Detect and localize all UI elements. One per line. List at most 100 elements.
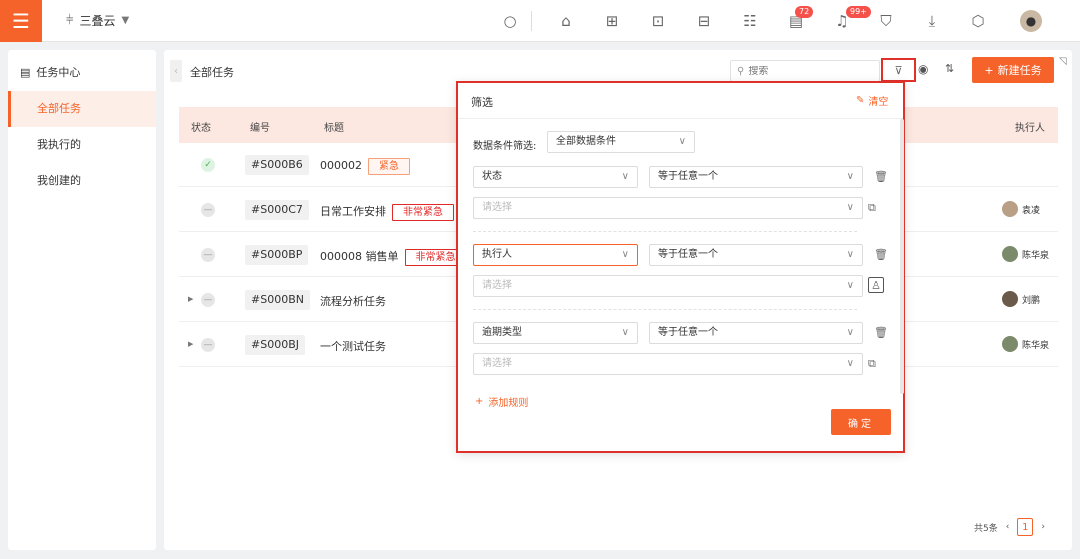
sidebar-item-my-executed[interactable]: 我执行的 [8,127,156,163]
app-logo-icon: ⫩ [66,13,74,28]
avatar [1002,291,1018,307]
search-input[interactable] [748,65,859,77]
search-box[interactable]: ⚲ [730,60,880,82]
sidebar-header: ▤ 任务中心 [20,64,80,80]
chevron-down-icon: ∨ [846,280,854,291]
column-assignee: 执行人 [1015,123,1045,134]
download-icon[interactable]: ⤓ [922,11,942,31]
filter-icon: ⊽ [894,63,903,77]
task-code: #S000C7 [245,200,309,220]
rule-value-placeholder: 请选择 [482,358,512,369]
page-title: 全部任务 [190,66,234,79]
dashboard-icon[interactable]: ⊡ [648,11,668,31]
task-title: 000008 销售单 [320,250,399,263]
task-title: 流程分析任务 [320,295,386,308]
chevron-down-icon: ∨ [846,358,854,369]
rule-value-select[interactable]: 请选择 ∨ [473,275,863,297]
sidebar-item-my-created[interactable]: 我创建的 [8,163,156,199]
status-todo-icon[interactable]: — [201,203,215,217]
eraser-icon: ✎ [856,95,865,106]
chevron-down-icon: ∨ [846,171,854,182]
avatar [1002,246,1018,262]
avatar [1002,336,1018,352]
eye-icon[interactable]: ◉ [918,62,928,76]
add-rule-label: 添加规则 [488,398,529,409]
rule-operator-select[interactable]: 等于任意一个 ∨ [649,322,863,344]
delete-rule-icon[interactable]: 🗑 [874,326,888,339]
assignee: 刘鹏 [1002,291,1040,307]
task-title: 一个测试任务 [320,340,386,353]
clear-button[interactable]: ✎ 清空 [856,93,888,108]
sidebar-item-all-tasks[interactable]: 全部任务 [8,91,156,127]
total-count: 共5条 [974,523,998,534]
confirm-button[interactable]: 确定 [831,409,891,435]
rule-value-select[interactable]: 请选择 ∨ [473,353,863,375]
scrollbar[interactable] [900,119,904,394]
column-title: 标题 [324,123,344,134]
data-condition-select[interactable]: 全部数据条件 ∨ [547,131,695,153]
expand-arrow-icon[interactable]: ▶ [188,295,193,303]
notification-badge: 99+ [846,6,871,18]
rule-field-value: 执行人 [482,249,512,260]
assignee: 陈华泉 [1002,246,1049,262]
task-title: 日常工作安排 [320,205,386,218]
add-rule-button[interactable]: + 添加规则 [475,394,528,409]
rule-field-select[interactable]: 执行人 ∨ [473,244,638,266]
delete-rule-icon[interactable]: 🗑 [874,170,888,183]
delete-rule-icon[interactable]: 🗑 [874,248,888,261]
data-condition-value: 全部数据条件 [556,136,616,147]
rule-field-select[interactable]: 状态 ∨ [473,166,638,188]
hamburger-menu-button[interactable]: ☰ [0,0,42,42]
settings-icon[interactable]: ⬡ [968,11,988,31]
user-avatar[interactable]: ● [1020,10,1042,32]
app-name: 三叠云 [79,14,116,28]
chevron-down-icon: ∨ [846,249,854,260]
corner-icon[interactable]: ◹ [1059,56,1067,67]
assignee-name: 刘鹏 [1022,295,1041,306]
chevron-down-icon: ∨ [621,171,629,182]
workspace-switcher[interactable]: ⫩ 三叠云 ▼ [66,12,129,29]
apps-grid-icon[interactable]: ⊞ [602,11,622,31]
task-list-icon[interactable]: ☷ [740,11,760,31]
rule-operator-value: 等于任意一个 [658,171,718,182]
new-task-button[interactable]: + 新建任务 [972,57,1054,83]
rule-value-placeholder: 请选择 [482,280,512,291]
filter-title: 筛选 [471,96,493,109]
task-code: #S000BP [245,245,309,265]
collapse-arrow-icon[interactable]: ‹ [170,60,182,82]
clear-label: 清空 [868,97,889,108]
divider [531,11,532,31]
avatar [1002,201,1018,217]
assignee-name: 陈华泉 [1022,340,1050,351]
task-code: #S000B6 [245,155,309,175]
rule-operator-select[interactable]: 等于任意一个 ∨ [649,166,863,188]
task-title: 000002 [320,159,362,172]
status-todo-icon[interactable]: — [201,248,215,262]
home-icon[interactable]: ⌂ [556,11,576,31]
rule-operator-select[interactable]: 等于任意一个 ∨ [649,244,863,266]
layout-icon[interactable]: ⊟ [694,11,714,31]
plus-icon: + [475,396,484,407]
next-page-icon[interactable]: › [1041,522,1045,532]
search-icon[interactable]: ○ [500,11,520,31]
rule-value-select[interactable]: 请选择 ∨ [473,197,863,219]
user-picker-icon[interactable]: ♙ [868,277,884,293]
status-todo-icon[interactable]: — [201,293,215,307]
expand-arrow-icon[interactable]: ▶ [188,340,193,348]
sort-icon[interactable]: ⇅ [945,62,954,75]
chevron-down-icon: ∨ [846,327,854,338]
status-done-icon[interactable]: ✓ [201,158,215,172]
rule-field-value: 状态 [482,171,502,182]
multi-select-icon[interactable]: ⧉ [868,357,876,371]
filter-button[interactable]: ⊽ [881,58,916,82]
column-code: 编号 [250,123,270,134]
page-number[interactable]: 1 [1017,518,1034,536]
shirt-icon[interactable]: ⛉ [876,11,896,31]
rule-operator-value: 等于任意一个 [658,327,718,338]
prev-page-icon[interactable]: ‹ [1006,522,1010,532]
status-todo-icon[interactable]: — [201,338,215,352]
multi-select-icon[interactable]: ⧉ [868,201,876,215]
chevron-down-icon: ∨ [678,136,686,147]
assignee-name: 陈华泉 [1022,250,1050,261]
rule-field-select[interactable]: 逾期类型 ∨ [473,322,638,344]
